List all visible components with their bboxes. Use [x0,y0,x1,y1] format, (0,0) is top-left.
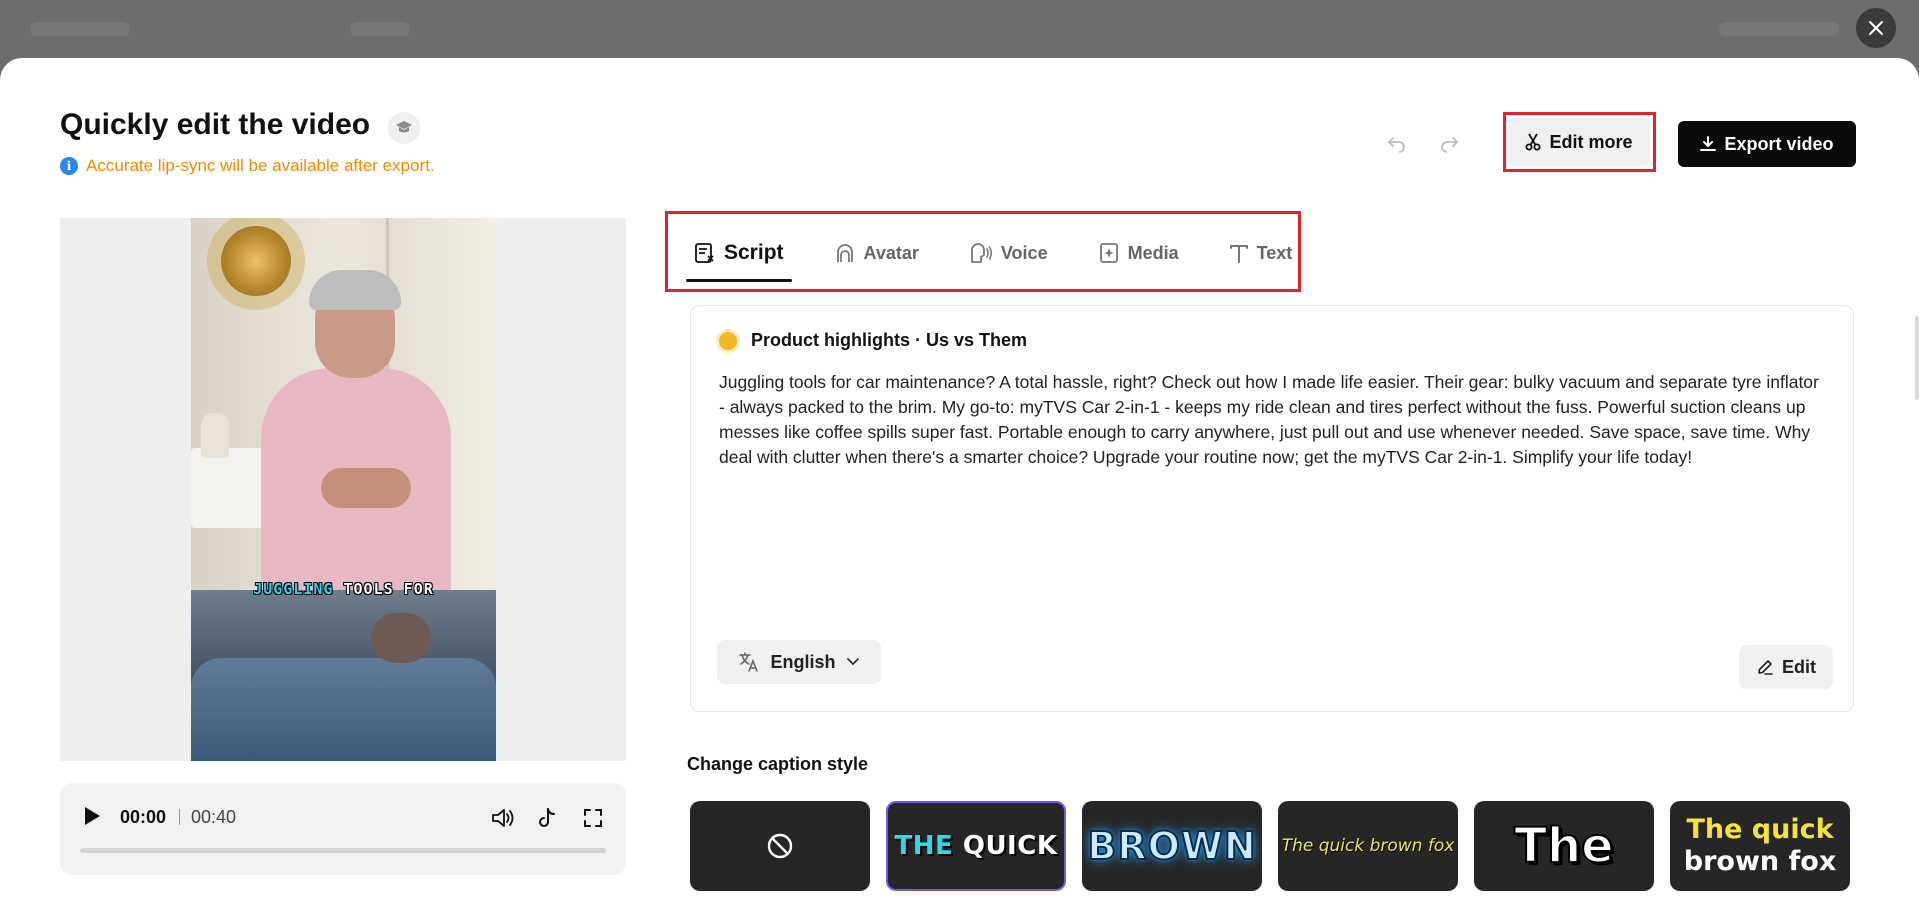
background-blur [350,22,410,36]
script-icon [695,243,714,263]
play-button[interactable] [80,805,104,829]
script-title: Product highlights · Us vs Them [751,330,1028,350]
tab-label: Avatar [863,242,919,263]
edit-label: Edit [1782,656,1816,677]
tab-script[interactable]: Script [686,230,792,282]
edit-more-button[interactable]: Edit more [1508,118,1650,166]
tab-label: Media [1127,242,1179,263]
caption-style-fox[interactable]: The quick brown fox [1278,801,1458,891]
language-select[interactable]: English [717,640,881,684]
edit-more-label: Edit more [1549,131,1633,152]
caption-style-the-quick[interactable]: THE QUICK [886,801,1066,891]
fullscreen-icon [584,809,602,827]
download-icon [1700,136,1717,151]
video-scene-mirror [221,226,291,296]
volume-button[interactable] [490,805,516,831]
style-preview-text: The quick brown fox [1683,814,1837,877]
caption-highlight-word: JUGGLING [253,580,334,598]
text-icon [1229,245,1248,263]
time-separator [179,809,180,825]
current-time: 00:00 [120,807,167,827]
no-caption-icon [767,833,793,859]
caption-style-brown[interactable]: BROWN [1082,801,1262,891]
notice-text: Accurate lip-sync will be available afte… [86,156,435,175]
redo-button[interactable] [1434,128,1464,158]
edit-video-modal: Quickly edit the video i Accurate lip-sy… [0,58,1919,898]
style-preview-text: The [1513,817,1614,875]
video-scene-room [191,218,496,598]
video-scene-seat [191,658,496,761]
video-preview[interactable]: JUGGLING TOOLS FOR [60,218,626,761]
script-panel: Product highlights · Us vs Them Juggling… [690,305,1854,712]
caption-style-list: THE QUICK BROWN The quick brown fox The … [690,801,1850,891]
sun-icon [719,331,737,350]
caption-style-heading: Change caption style [687,754,869,774]
graduation-cap-icon [396,121,412,133]
edit-script-button[interactable]: Edit [1739,645,1833,689]
volume-icon [492,809,514,827]
tab-voice[interactable]: Voice [961,230,1056,276]
undo-button[interactable] [1382,128,1412,158]
style-preview-text: THE QUICK [894,831,1058,861]
close-icon [1869,21,1883,35]
background-blur [30,22,130,36]
video-caption: JUGGLING TOOLS FOR [191,580,496,598]
video-scene-shelf [191,448,271,528]
script-text[interactable]: Juggling tools for car maintenance? A to… [719,370,1829,470]
video-scene-hand [371,613,431,663]
background-blur [1719,22,1839,36]
scrollbar[interactable] [1915,316,1919,400]
voice-icon [970,243,992,263]
player-controls: 00:00 00:40 [60,783,626,875]
tiktok-icon [539,808,555,827]
close-modal-button[interactable] [1856,8,1896,48]
tab-label: Text [1256,242,1293,263]
playback-progress[interactable] [80,848,606,853]
script-header: Product highlights · Us vs Them [719,330,1027,351]
redo-icon [1441,137,1459,153]
export-video-label: Export video [1724,133,1834,154]
tab-avatar[interactable]: Avatar [826,230,927,276]
avatar-hair [309,270,401,310]
caption-style-two-line[interactable]: The quick brown fox [1670,801,1850,891]
export-video-button[interactable]: Export video [1678,121,1856,167]
play-icon [85,807,100,825]
style-preview-text: BROWN [1086,823,1257,869]
undo-icon [1387,137,1405,153]
tab-label: Voice [1000,242,1048,263]
caption-rest-words: TOOLS FOR [343,580,434,598]
background-app [0,0,1919,58]
tab-media[interactable]: Media [1090,230,1187,276]
translate-icon [739,652,759,672]
caption-style-none[interactable] [690,801,870,891]
chevron-down-icon [846,658,859,666]
avatar-arm [321,468,411,508]
editor-tabs: Script Avatar Voice Media Text [686,230,1334,282]
avatar-icon [836,244,853,262]
tab-text[interactable]: Text [1221,230,1301,276]
pencil-icon [1758,660,1773,675]
tutorial-badge[interactable] [388,112,420,144]
lip-sync-notice: i Accurate lip-sync will be available af… [60,156,435,176]
video-scene-statue [201,413,229,458]
modal-title: Quickly edit the video [60,108,371,141]
caption-style-the[interactable]: The [1474,801,1654,891]
media-icon [1099,243,1118,263]
language-label: English [770,651,836,672]
total-time: 00:40 [191,807,237,827]
scissors-icon [1525,133,1541,151]
tiktok-button[interactable] [534,805,560,831]
video-frame: JUGGLING TOOLS FOR [191,218,496,761]
info-icon: i [60,157,78,175]
style-preview-text: The quick brown fox [1281,836,1455,856]
tab-label: Script [724,241,784,264]
fullscreen-button[interactable] [580,805,606,831]
